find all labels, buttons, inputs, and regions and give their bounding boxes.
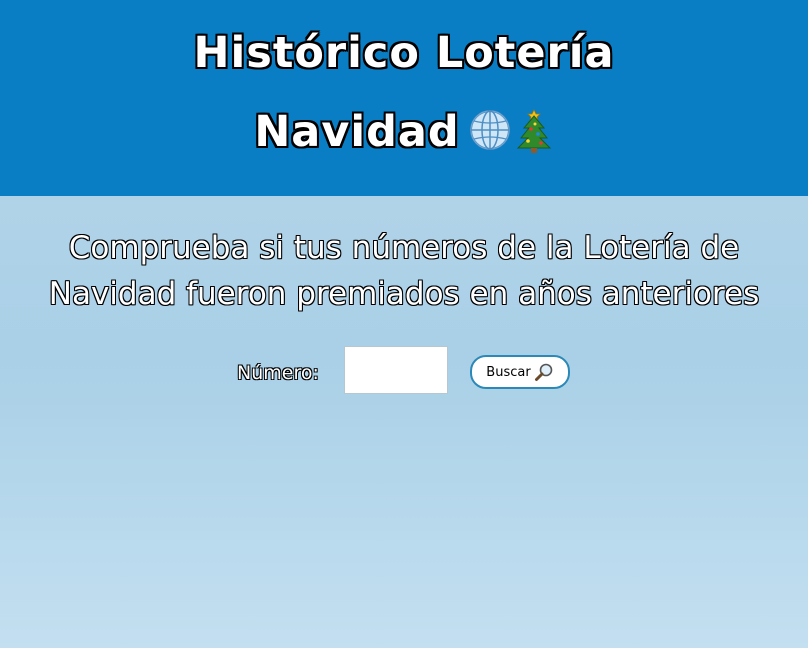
- globe-icon: [468, 108, 512, 152]
- number-input[interactable]: [344, 346, 448, 394]
- magnifier-icon: [534, 362, 554, 382]
- search-button[interactable]: Buscar: [470, 355, 570, 389]
- page-title-line1: Histórico Lotería: [193, 28, 615, 78]
- page-title-line2-text: Navidad: [254, 107, 460, 157]
- number-label: Número:: [237, 362, 319, 384]
- page-title-line2: Navidad: [0, 104, 808, 154]
- christmas-tree-icon: [514, 104, 554, 154]
- search-button-label: Buscar: [486, 364, 531, 380]
- subtitle-line2: Navidad fueron premiados en años anterio…: [48, 276, 760, 312]
- subtitle-line1: Comprueba si tus números de la Lotería d…: [68, 230, 740, 266]
- header-banner: Histórico Lotería Navidad: [0, 0, 808, 196]
